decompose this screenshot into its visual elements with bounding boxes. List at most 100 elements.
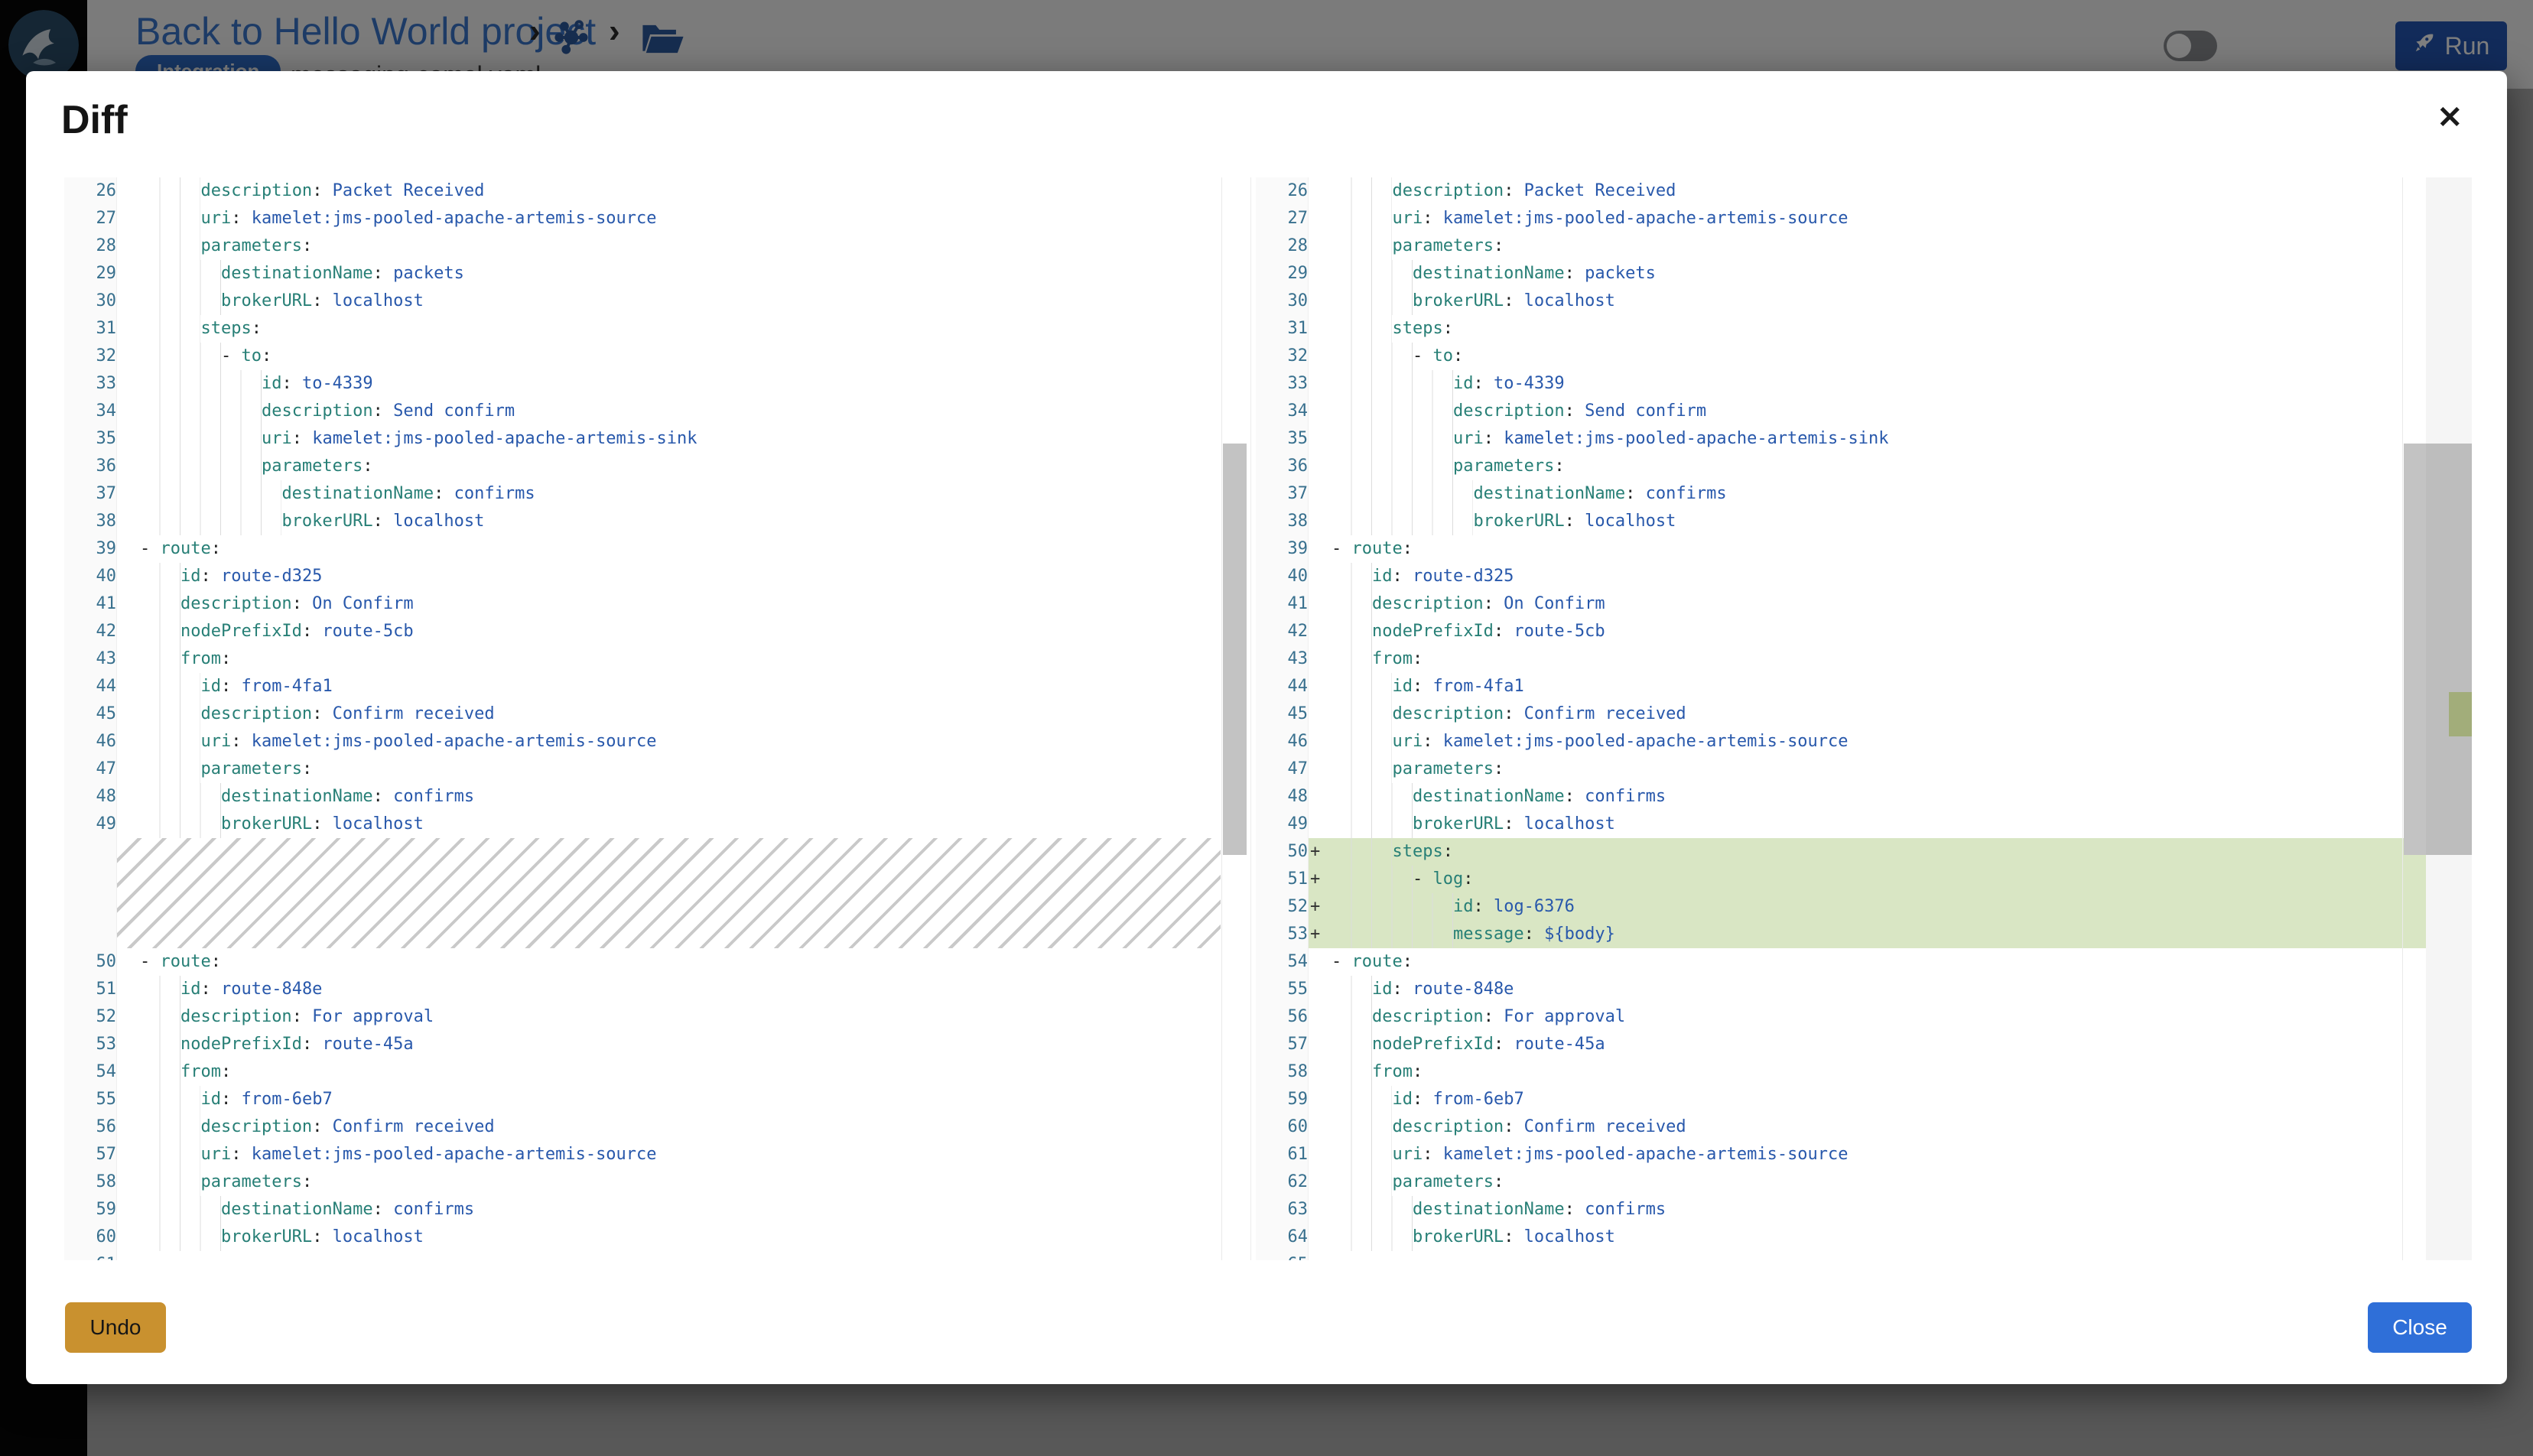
code-line: 44 id: from-4fa1 [1256,673,2426,700]
code-line: 26 description: Packet Received [64,177,1247,205]
code-line: 38 brokerURL: localhost [1256,508,2426,535]
diff-gap [64,838,1247,948]
code-text: parameters: [140,232,1247,260]
code-line: 59 destinationName: confirms [64,1196,1247,1224]
diff-sash [1247,177,1256,1260]
code-line: 45 description: Confirm received [1256,700,2426,728]
line-number: 46 [1256,728,1309,756]
code-line: 51+ - log: [1256,866,2426,893]
diff-marker [1309,370,1332,398]
code-line: 46 uri: kamelet:jms-pooled-apache-artemi… [1256,728,2426,756]
code-text: destinationName: packets [140,260,1247,288]
left-scrollbar-thumb[interactable] [1223,444,1247,855]
code-line: 37 destinationName: confirms [1256,480,2426,508]
left-scrollbar[interactable] [1221,177,1247,1260]
code-text: id: from-4fa1 [140,673,1247,700]
code-line: 47 parameters: [64,756,1247,783]
code-line: 41 description: On Confirm [1256,590,2426,618]
code-line: 32 - to: [1256,343,2426,370]
diff-marker [117,673,140,700]
line-number: 51 [64,976,117,1003]
diff-marker [117,453,140,480]
code-line: 35 uri: kamelet:jms-pooled-apache-artemi… [64,425,1247,453]
code-text: uri: kamelet:jms-pooled-apache-artemis-s… [140,425,1247,453]
diff-marker [117,398,140,425]
code-text: uri: kamelet:jms-pooled-apache-artemis-s… [1332,425,2426,453]
line-number: 31 [64,315,117,343]
modal-close-button[interactable]: ✕ [2432,102,2467,134]
diff-editor: 26 description: Packet Received27 uri: k… [64,177,2472,1260]
close-button[interactable]: Close [2368,1302,2472,1353]
diff-marker [1309,1058,1332,1086]
line-number: 61 [1256,1141,1309,1168]
code-line: 45 description: Confirm received [64,700,1247,728]
line-number: 56 [1256,1003,1309,1031]
diff-marker [1309,1113,1332,1141]
line-number: 53 [1256,921,1309,948]
diff-marker [1309,343,1332,370]
right-scrollbar-thumb[interactable] [2404,444,2426,855]
diff-marker [1309,1196,1332,1224]
diff-marker [117,343,140,370]
line-number: 36 [1256,453,1309,480]
code-text: description: Confirm received [140,700,1247,728]
code-line: 58 parameters: [64,1168,1247,1196]
line-number: 36 [64,453,117,480]
code-text: id: from-6eb7 [140,1086,1247,1113]
code-text: steps: [1332,315,2426,343]
code-text: brokerURL: localhost [140,508,1247,535]
line-number: 29 [1256,260,1309,288]
line-number: 48 [1256,783,1309,811]
diff-marker [117,976,140,1003]
right-scrollbar[interactable] [2402,177,2426,1260]
code-text: - route: [140,535,1247,563]
code-line: 50- route: [64,948,1247,976]
code-line: 50+ steps: [1256,838,2426,866]
code-text: parameters: [1332,453,2426,480]
diff-marker [117,535,140,563]
line-number: 28 [64,232,117,260]
diff-marker [1309,783,1332,811]
code-text: parameters: [1332,1168,2426,1196]
code-line: 33 id: to-4339 [64,370,1247,398]
code-line: 64 brokerURL: localhost [1256,1224,2426,1251]
diff-marker: + [1309,866,1332,893]
code-text: message: ${body} [1332,921,2426,948]
code-line: 28 parameters: [64,232,1247,260]
undo-button[interactable]: Undo [65,1302,166,1353]
code-text: uri: kamelet:jms-pooled-apache-artemis-s… [1332,1141,2426,1168]
line-number: 48 [64,783,117,811]
code-line: 41 description: On Confirm [64,590,1247,618]
line-number: 34 [1256,398,1309,425]
diff-marker [117,1058,140,1086]
ruler-added-marker [2449,692,2472,736]
code-line: 30 brokerURL: localhost [1256,288,2426,315]
code-text: id: from-6eb7 [1332,1086,2426,1113]
line-number: 61 [64,1251,117,1260]
diff-marker [1309,756,1332,783]
code-line: 52 description: For approval [64,1003,1247,1031]
diff-marker [1309,590,1332,618]
line-number: 50 [64,948,117,976]
line-number: 43 [64,645,117,673]
code-line: 55 id: from-6eb7 [64,1086,1247,1113]
diff-marker [117,1224,140,1251]
diff-marker [1309,1086,1332,1113]
code-text: description: Packet Received [140,177,1247,205]
code-line: 57 nodePrefixId: route-45a [1256,1031,2426,1058]
code-line: 60 description: Confirm received [1256,1113,2426,1141]
line-number: 54 [1256,948,1309,976]
diff-marker [117,728,140,756]
line-number: 60 [1256,1113,1309,1141]
diff-marker [117,590,140,618]
line-number: 43 [1256,645,1309,673]
diff-marker [1309,1168,1332,1196]
code-line: 65 [1256,1251,2426,1260]
diff-marker [1309,673,1332,700]
code-line: 34 description: Send confirm [1256,398,2426,425]
code-line: 51 id: route-848e [64,976,1247,1003]
line-number: 26 [64,177,117,205]
diff-marker [117,315,140,343]
line-number: 55 [1256,976,1309,1003]
code-text: id: from-4fa1 [1332,673,2426,700]
